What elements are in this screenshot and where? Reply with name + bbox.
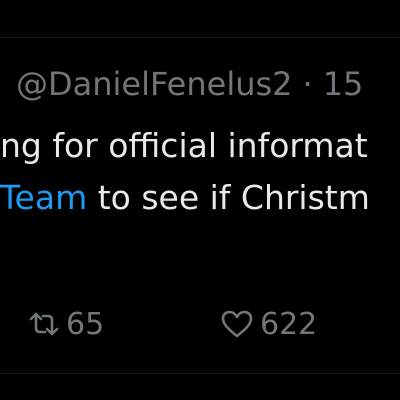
tweet[interactable]: @DanielFenelus2 · 15 ng for official infor… xyxy=(0,38,400,373)
bottom-divider xyxy=(0,373,400,374)
heart-icon xyxy=(220,309,254,339)
top-divider xyxy=(0,0,400,38)
like-button[interactable]: 622 xyxy=(220,304,317,344)
retweet-button[interactable]: 65 xyxy=(28,304,104,344)
header-separator: · xyxy=(302,65,313,103)
tweet-header: @DanielFenelus2 · 15 xyxy=(0,64,363,104)
tweet-actions: 65 622 xyxy=(0,304,400,344)
tweet-text-line-2-rest: to see if Christm xyxy=(87,178,370,217)
author-handle[interactable]: @DanielFenelus2 xyxy=(16,65,293,103)
tweet-timestamp[interactable]: 15 xyxy=(323,65,364,103)
retweet-icon xyxy=(28,311,60,337)
like-count: 622 xyxy=(260,306,318,342)
tweet-text-line-1: ng for official informat xyxy=(0,126,368,165)
mention-link[interactable]: Team xyxy=(0,178,87,217)
retweet-count: 65 xyxy=(66,306,105,342)
tweet-text-line-2: Team to see if Christm xyxy=(0,176,370,220)
author-name[interactable] xyxy=(0,64,8,104)
